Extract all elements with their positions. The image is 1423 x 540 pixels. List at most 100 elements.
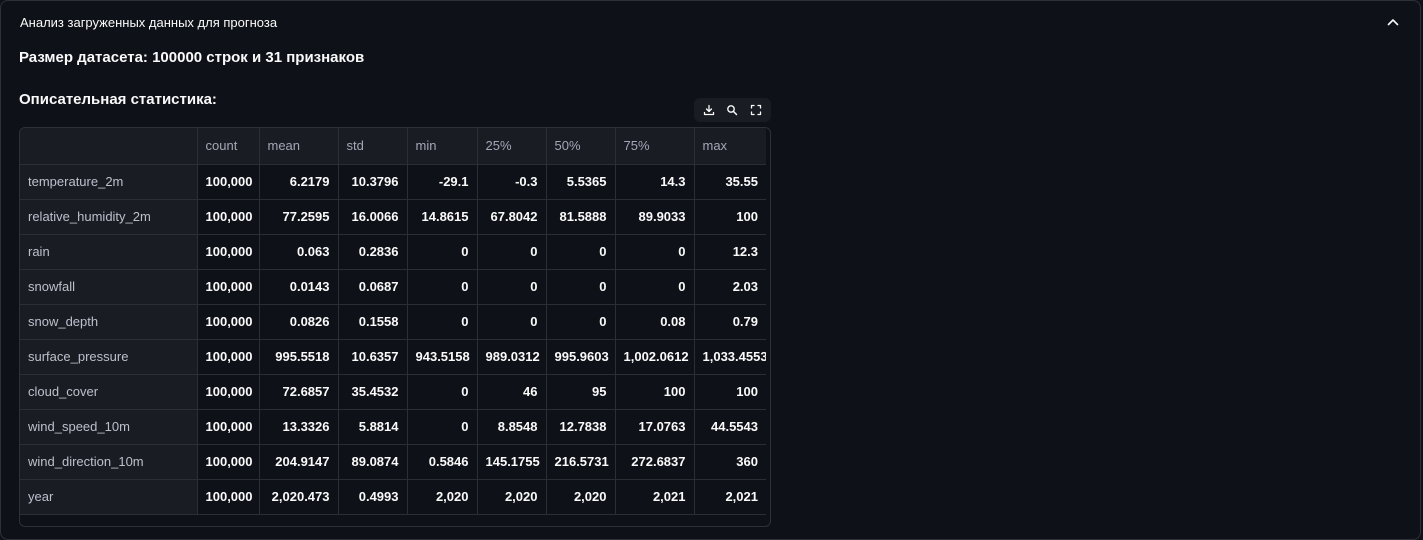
fullscreen-icon[interactable] (746, 100, 766, 120)
table-cell[interactable]: 0 (407, 304, 478, 340)
column-header-index[interactable] (20, 128, 198, 165)
table-cell[interactable]: 0.2836 (338, 234, 408, 270)
row-label[interactable]: snowfall (20, 269, 198, 305)
table-cell[interactable]: 2,020 (477, 479, 547, 515)
row-label[interactable]: rain (20, 234, 198, 270)
table-cell[interactable]: 0.0143 (259, 269, 339, 305)
table-cell[interactable]: 0 (477, 304, 547, 340)
table-cell[interactable]: 5.5365 (546, 164, 616, 200)
column-header[interactable]: 50% (546, 128, 616, 165)
table-cell[interactable]: 14.8615 (407, 199, 478, 235)
table-cell[interactable]: -0.3 (477, 164, 547, 200)
chevron-up-icon[interactable] (1385, 14, 1401, 30)
expander-header[interactable]: Анализ загруженных данных для прогноза (1, 1, 1422, 44)
table-cell[interactable]: 1,002.0612 (615, 339, 695, 375)
table-cell[interactable]: 145.1755 (477, 444, 547, 480)
search-icon[interactable] (722, 100, 742, 120)
table-cell[interactable]: 95 (546, 374, 616, 410)
row-label[interactable]: year (20, 479, 198, 515)
table-cell[interactable]: 100,000 (197, 339, 260, 375)
table-cell[interactable]: 0 (546, 304, 616, 340)
table-cell[interactable]: 2.03 (694, 269, 766, 305)
table-cell[interactable]: 0.1558 (338, 304, 408, 340)
table-cell[interactable]: 0 (407, 374, 478, 410)
download-icon[interactable] (699, 100, 719, 120)
table-cell[interactable]: 5.8814 (338, 409, 408, 445)
table-cell[interactable]: 8.8548 (477, 409, 547, 445)
table-cell[interactable]: 0 (615, 234, 695, 270)
table-cell[interactable]: 100,000 (197, 164, 260, 200)
stats-table-container[interactable]: count mean std min 25% 50% 75% max temperature_… (19, 127, 771, 527)
table-cell[interactable]: 81.5888 (546, 199, 616, 235)
row-label[interactable]: wind_direction_10m (20, 444, 198, 480)
table-cell[interactable]: 0.4993 (338, 479, 408, 515)
column-header[interactable]: 25% (477, 128, 547, 165)
table-cell[interactable]: 89.9033 (615, 199, 695, 235)
table-cell[interactable]: 35.55 (694, 164, 766, 200)
table-cell[interactable]: -29.1 (407, 164, 478, 200)
table-cell[interactable]: 995.5518 (259, 339, 339, 375)
table-cell[interactable]: 2,021 (694, 479, 766, 515)
table-cell[interactable]: 44.5543 (694, 409, 766, 445)
column-header[interactable]: min (407, 128, 478, 165)
table-cell[interactable]: 0 (477, 234, 547, 270)
table-cell[interactable]: 2,020 (546, 479, 616, 515)
column-header[interactable]: mean (259, 128, 339, 165)
table-cell[interactable]: 6.2179 (259, 164, 339, 200)
table-cell[interactable]: 100,000 (197, 269, 260, 305)
column-header[interactable]: max (694, 128, 766, 165)
table-cell[interactable]: 0.5846 (407, 444, 478, 480)
table-cell[interactable]: 2,021 (615, 479, 695, 515)
row-label[interactable]: cloud_cover (20, 374, 198, 410)
row-label[interactable]: snow_depth (20, 304, 198, 340)
table-cell[interactable]: 1,033.4553 (694, 339, 766, 375)
table-cell[interactable]: 0 (407, 269, 478, 305)
table-cell[interactable]: 13.3326 (259, 409, 339, 445)
table-cell[interactable]: 360 (694, 444, 766, 480)
row-label[interactable]: wind_speed_10m (20, 409, 198, 445)
table-cell[interactable]: 17.0763 (615, 409, 695, 445)
table-cell[interactable]: 0 (477, 269, 547, 305)
column-header[interactable]: std (338, 128, 408, 165)
table-cell[interactable]: 72.6857 (259, 374, 339, 410)
table-cell[interactable]: 100,000 (197, 234, 260, 270)
table-cell[interactable]: 12.3 (694, 234, 766, 270)
table-cell[interactable]: 35.4532 (338, 374, 408, 410)
table-cell[interactable]: 100 (694, 199, 766, 235)
table-cell[interactable]: 10.6357 (338, 339, 408, 375)
table-cell[interactable]: 0.0826 (259, 304, 339, 340)
table-cell[interactable]: 989.0312 (477, 339, 547, 375)
table-cell[interactable]: 0 (615, 269, 695, 305)
row-label[interactable]: relative_humidity_2m (20, 199, 198, 235)
row-label[interactable]: surface_pressure (20, 339, 198, 375)
table-cell[interactable]: 12.7838 (546, 409, 616, 445)
table-cell[interactable]: 216.5731 (546, 444, 616, 480)
table-cell[interactable]: 272.6837 (615, 444, 695, 480)
table-cell[interactable]: 2,020.473 (259, 479, 339, 515)
table-cell[interactable]: 0 (407, 234, 478, 270)
table-cell[interactable]: 46 (477, 374, 547, 410)
column-header[interactable]: 75% (615, 128, 695, 165)
table-cell[interactable]: 995.9603 (546, 339, 616, 375)
table-cell[interactable]: 0.063 (259, 234, 339, 270)
table-cell[interactable]: 77.2595 (259, 199, 339, 235)
table-cell[interactable]: 0 (546, 269, 616, 305)
table-cell[interactable]: 14.3 (615, 164, 695, 200)
table-cell[interactable]: 100,000 (197, 479, 260, 515)
table-cell[interactable]: 89.0874 (338, 444, 408, 480)
table-cell[interactable]: 2,020 (407, 479, 478, 515)
table-cell[interactable]: 100,000 (197, 444, 260, 480)
table-cell[interactable]: 100 (694, 374, 766, 410)
table-cell[interactable]: 0 (546, 234, 616, 270)
table-cell[interactable]: 204.9147 (259, 444, 339, 480)
table-cell[interactable]: 100,000 (197, 374, 260, 410)
table-cell[interactable]: 100,000 (197, 199, 260, 235)
table-cell[interactable]: 943.5158 (407, 339, 478, 375)
column-header[interactable]: count (197, 128, 260, 165)
table-cell[interactable]: 100,000 (197, 409, 260, 445)
table-cell[interactable]: 0 (407, 409, 478, 445)
row-label[interactable]: temperature_2m (20, 164, 198, 200)
table-cell[interactable]: 100 (615, 374, 695, 410)
table-cell[interactable]: 100,000 (197, 304, 260, 340)
table-cell[interactable]: 67.8042 (477, 199, 547, 235)
